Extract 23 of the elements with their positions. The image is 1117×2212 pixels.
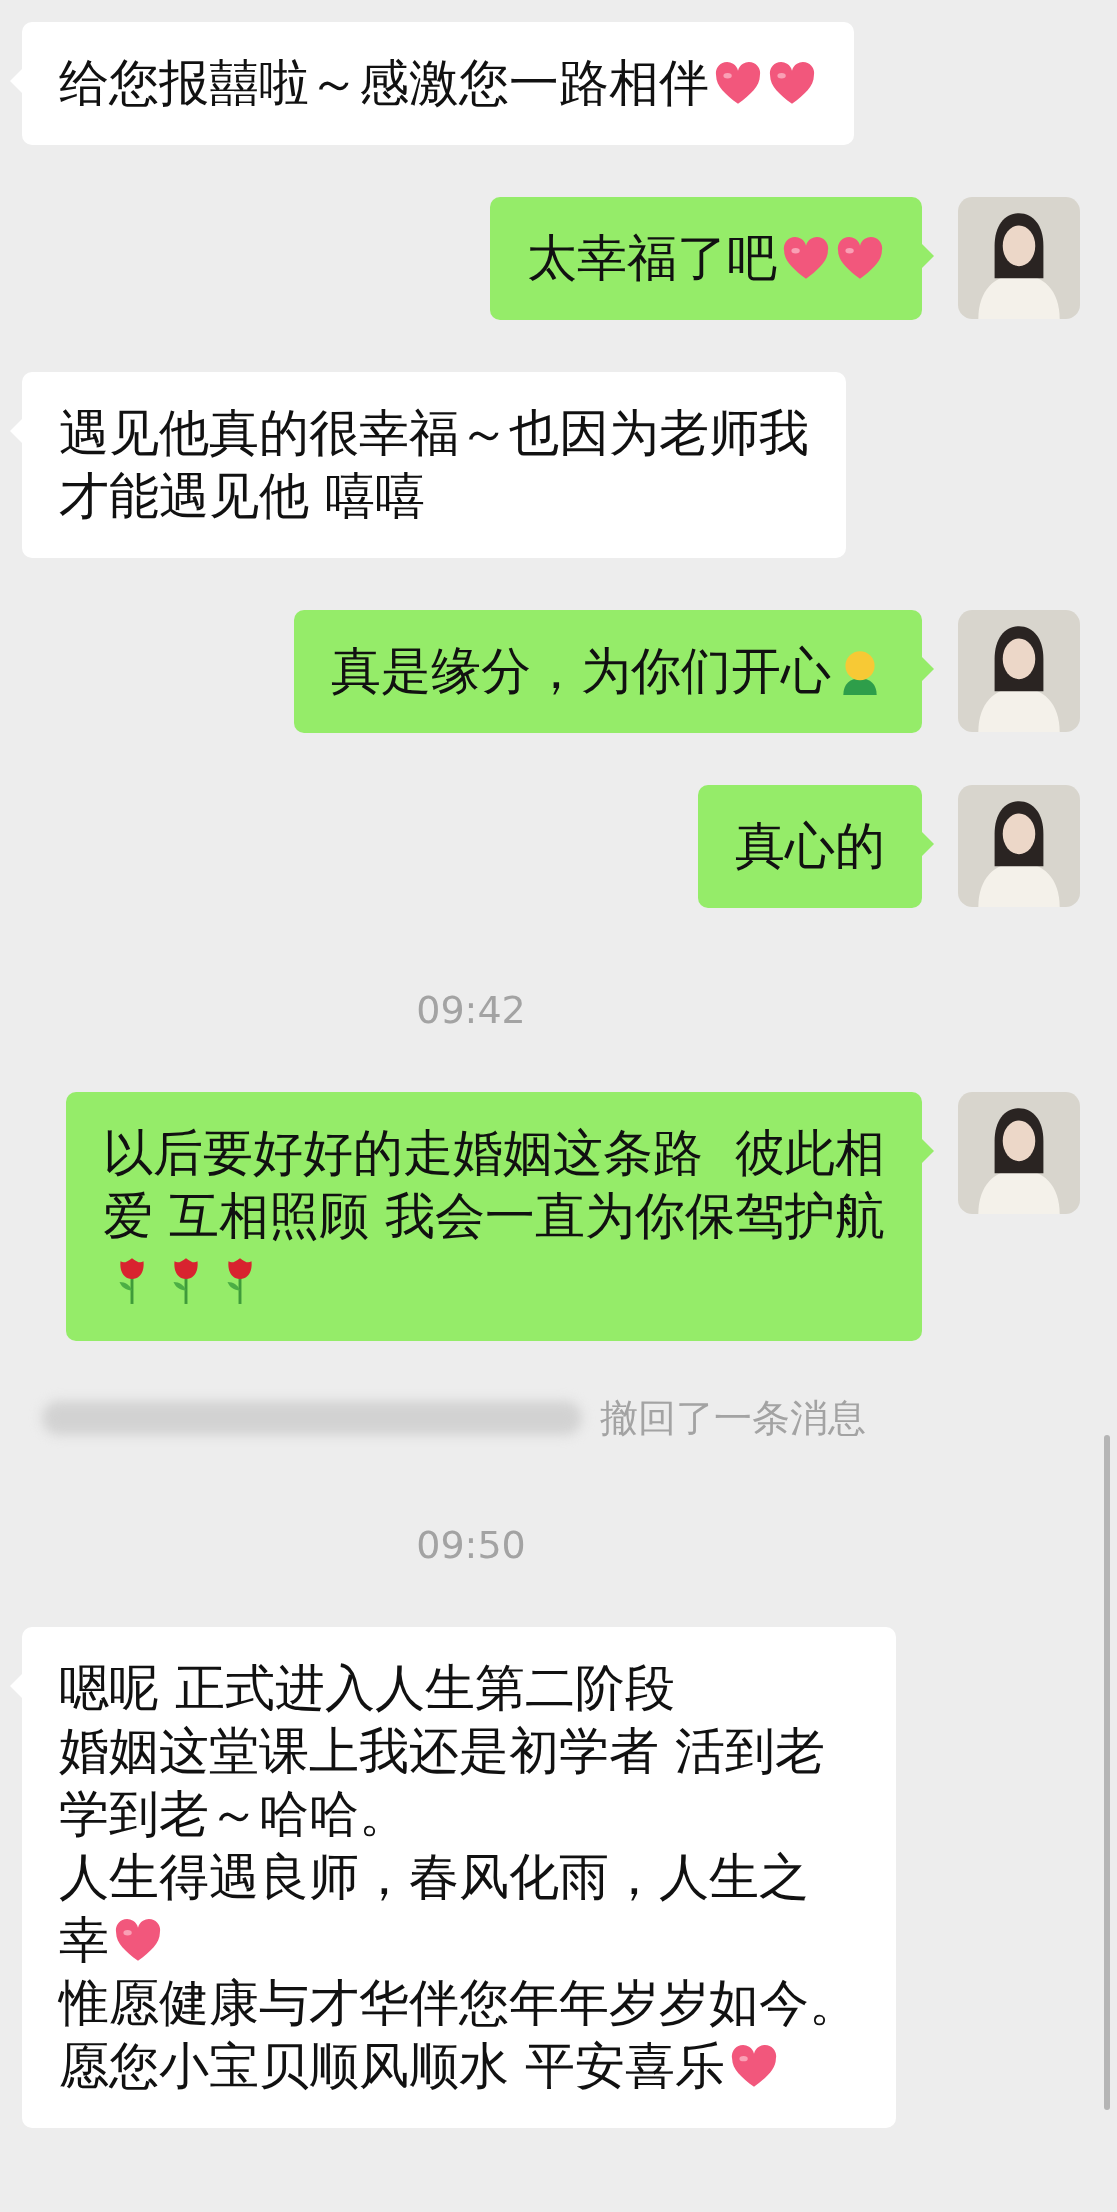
message-text: 惟愿健康与才华伴您年年岁岁如今。: [59, 1973, 859, 2034]
message-text: 嗯呢 正式进入人生第二阶段: [59, 1658, 675, 1719]
message-text: 婚姻这堂课上我还是初学者 活到老: [59, 1721, 825, 1782]
message-text: 学到老～哈哈。: [59, 1784, 409, 1845]
avatar[interactable]: [958, 1092, 1080, 1214]
message-text: 才能遇见他 嘻嘻: [59, 466, 425, 527]
message-text: 太幸福了吧: [527, 228, 777, 289]
avatar[interactable]: [958, 610, 1080, 732]
recall-notice: 撤回了一条消息: [600, 1395, 866, 1442]
message-text: 真心的: [735, 816, 885, 877]
avatar[interactable]: [958, 785, 1080, 907]
message-text: 真是缘分，为你们开心: [331, 641, 831, 702]
timestamp: 09:50: [416, 1522, 526, 1569]
message-text: 遇见他真的很幸福～也因为老师我: [59, 403, 809, 464]
scrollbar[interactable]: [1104, 1435, 1110, 2110]
timestamp: 09:42: [416, 987, 526, 1034]
message-text: 幸: [59, 1910, 109, 1971]
message-text: 人生得遇良师，春风化雨，人生之: [59, 1847, 809, 1908]
message-text: 爱 互相照顾 我会一直为你保驾护航: [103, 1186, 885, 1247]
message-text: 给您报囍啦～感激您一路相伴: [59, 53, 709, 114]
message-text: 愿您小宝贝顺风顺水 平安喜乐: [59, 2036, 725, 2097]
avatar[interactable]: [958, 197, 1080, 319]
message-text: 以后要好好的走婚姻这条路 彼此相: [103, 1123, 885, 1184]
